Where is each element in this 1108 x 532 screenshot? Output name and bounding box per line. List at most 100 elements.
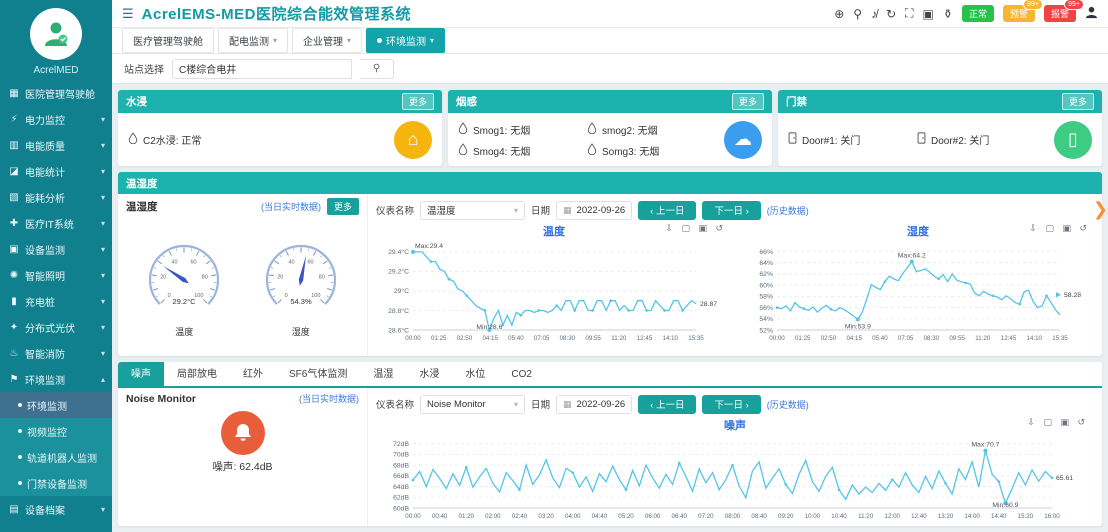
chart-toolbar-icons[interactable]: ⇩ ▢ ▣ ↺	[665, 223, 726, 234]
noise-next-day-button[interactable]: 下一日 ›	[702, 394, 761, 414]
site-search-button[interactable]: ⚲	[360, 58, 394, 79]
water-card-title: 水浸	[126, 96, 147, 108]
env-meter-select[interactable]: 温湿度 ▾	[420, 200, 526, 220]
svg-text:08:00: 08:00	[725, 513, 741, 520]
sidebar-item-label: 电力监控	[25, 115, 65, 127]
sidebar-item[interactable]: ✦ 分布式光伏 ▾	[0, 314, 112, 340]
svg-text:04:15: 04:15	[482, 335, 498, 342]
site-select-label: 站点选择	[124, 65, 164, 76]
sidebar-item-label: 医疗IT系统	[25, 219, 74, 231]
chart-toolbar-icons[interactable]: ⇩ ▢ ▣ ↺	[1027, 417, 1088, 428]
app-title: AcrelEMS-MED医院综合能效管理系统	[141, 6, 412, 23]
svg-text:12:45: 12:45	[637, 335, 653, 342]
water-leak-card: 水浸 更多 C2水浸: 正常 ⌂	[118, 90, 442, 166]
sidebar-subitem[interactable]: 门禁设备监测	[0, 470, 112, 496]
env-next-day-button[interactable]: 下一日 ›	[702, 200, 761, 220]
globe-icon[interactable]: ⊕	[834, 7, 844, 21]
carousel-next-arrow[interactable]: ❯	[1093, 200, 1108, 218]
door-more-button[interactable]: 更多	[1061, 93, 1094, 110]
warning-status-badge[interactable]: 预警 99+	[1002, 0, 1043, 22]
noise-tab-7[interactable]: 水位	[452, 362, 498, 386]
sidebar-item[interactable]: ◪ 电能统计 ▾	[0, 158, 112, 184]
noise-tab-2[interactable]: 局部放电	[164, 362, 230, 386]
svg-text:13:20: 13:20	[938, 513, 954, 520]
sidebar-subitem[interactable]: 视频监控	[0, 418, 112, 444]
alarm-status-badge[interactable]: 报警 99+	[1043, 0, 1084, 22]
refresh-icon[interactable]: ↻	[886, 7, 896, 21]
fullscreen-icon[interactable]: ⛶	[905, 6, 913, 21]
noise-tab-3[interactable]: 红外	[230, 362, 276, 386]
sidebar-subitem-label: 环境监测	[27, 401, 67, 413]
noise-tab-5[interactable]: 温湿	[360, 362, 406, 386]
sidebar-item[interactable]: ✚ 医疗IT系统 ▾	[0, 210, 112, 236]
chart-toolbar-icons[interactable]: ⇩ ▢ ▣ ↺	[1029, 223, 1090, 234]
smoke-more-button[interactable]: 更多	[731, 93, 764, 110]
svg-text:14:10: 14:10	[1027, 335, 1043, 342]
nav-tab[interactable]: 医疗管理驾驶舱	[122, 28, 214, 53]
noise-prev-day-button[interactable]: ‹ 上一日	[638, 394, 697, 414]
svg-text:04:40: 04:40	[592, 513, 608, 520]
noise-tab-1[interactable]: 噪声	[118, 362, 164, 386]
nav-tab[interactable]: 环境监测 ▾	[366, 28, 446, 53]
svg-text:29.2°C: 29.2°C	[173, 297, 197, 306]
sensor-item: Door#2: 关门	[917, 129, 1046, 150]
noise-meter-select[interactable]: Noise Monitor ▾	[420, 394, 526, 414]
sidebar-item[interactable]: ▮ 充电桩 ▾	[0, 288, 112, 314]
env-realtime-link[interactable]: (当日实时数据)	[261, 200, 321, 213]
chevron-down-icon: ▾	[273, 36, 278, 45]
noise-meter-label: 仪表名称	[376, 400, 415, 411]
clear-icon[interactable]: ⚱	[943, 7, 953, 21]
charging-icon: ▮	[11, 295, 17, 307]
noise-date-picker[interactable]: ▦ 2022-09-26	[556, 394, 633, 414]
svg-text:09:55: 09:55	[585, 335, 601, 342]
sidebar-item[interactable]: ▧ 能耗分析 ▾	[0, 184, 112, 210]
noise-history-link[interactable]: (历史数据)	[767, 398, 809, 411]
noise-realtime-link[interactable]: (当日实时数据)	[299, 392, 359, 405]
screen-icon[interactable]: ▣	[923, 7, 934, 21]
sidebar-item[interactable]: ⚡ 电力监控 ▾	[0, 106, 112, 132]
svg-text:68dB: 68dB	[393, 462, 409, 469]
sidebar-item[interactable]: ⚑ 环境监测 ▴	[0, 366, 112, 392]
svg-text:40: 40	[172, 259, 178, 265]
sidebar-item[interactable]: ✺ 智能照明 ▾	[0, 262, 112, 288]
sidebar-item[interactable]: ▣ 设备监测 ▾	[0, 236, 112, 262]
droplet-icon	[587, 142, 597, 158]
svg-text:00:40: 00:40	[432, 513, 448, 520]
env-more-button[interactable]: 更多	[326, 198, 359, 215]
nav-tab[interactable]: 企业管理 ▾	[292, 28, 363, 53]
stats-icon: ◪	[9, 165, 19, 177]
svg-text:05:40: 05:40	[872, 335, 888, 342]
medical-it-icon: ✚	[9, 217, 19, 229]
sidebar-subitem[interactable]: 轨道机器人监测	[0, 444, 112, 470]
user-icon[interactable]	[1085, 6, 1098, 22]
noise-tab-6[interactable]: 水浸	[406, 362, 452, 386]
noise-tab-4[interactable]: SF6气体监测	[276, 362, 360, 386]
noise-controls: 仪表名称 Noise Monitor ▾ 日期 ▦ 2022-09-26 ‹ 上一日…	[376, 391, 1094, 417]
search-icon[interactable]: ⚲	[853, 7, 862, 21]
sensor-item: Smog4: 无烟	[458, 140, 587, 161]
site-search-input[interactable]	[172, 58, 352, 79]
sidebar-item-label: 智能照明	[25, 271, 65, 283]
humidity-gauge-label: 湿度	[291, 326, 310, 337]
environment-icon: ⚑	[9, 373, 19, 385]
svg-text:11:20: 11:20	[975, 335, 991, 342]
svg-text:12:45: 12:45	[1001, 335, 1017, 342]
sidebar-item[interactable]: ▥ 电能质量 ▾	[0, 132, 112, 158]
collapse-menu-icon[interactable]: ☰	[122, 6, 134, 22]
sensor-item: Smog1: 无烟	[458, 119, 587, 140]
sensor-cards-row: 水浸 更多 C2水浸: 正常 ⌂ 烟感 更多 Smog1: 无烟 smog2: 无…	[118, 90, 1102, 166]
mute-icon[interactable]: ♪̸	[871, 7, 877, 21]
sidebar-subitem[interactable]: 环境监测	[0, 392, 112, 418]
sidebar-item[interactable]: ▦ 医院管理驾驶舱	[0, 80, 112, 106]
nav-tab[interactable]: 配电监测 ▾	[218, 28, 289, 53]
env-prev-day-button[interactable]: ‹ 上一日	[638, 200, 697, 220]
svg-text:01:25: 01:25	[795, 335, 811, 342]
env-history-link[interactable]: (历史数据)	[767, 204, 809, 217]
logo: AcrelMED	[0, 0, 112, 80]
sidebar-item[interactable]: ▤ 设备档案 ▾	[0, 496, 112, 522]
env-date-picker[interactable]: ▦ 2022-09-26	[556, 200, 633, 220]
water-more-button[interactable]: 更多	[401, 93, 434, 110]
sidebar-item[interactable]: ♨ 智能消防 ▾	[0, 340, 112, 366]
normal-status-badge[interactable]: 正常	[961, 5, 994, 22]
noise-tab-8[interactable]: CO2	[498, 363, 545, 386]
